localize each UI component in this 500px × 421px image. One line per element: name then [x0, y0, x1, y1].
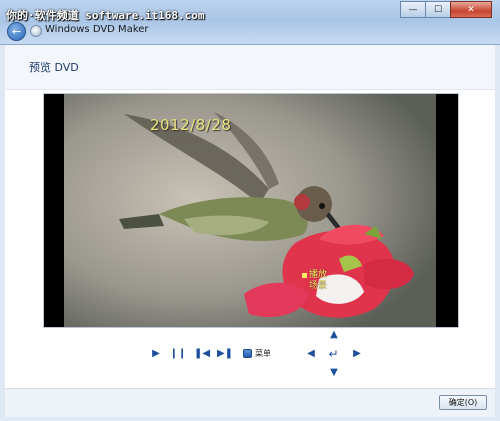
next-chapter-button[interactable]: ▶❚ [216, 348, 234, 359]
arrow-up-button[interactable]: ▲ [329, 330, 339, 340]
maximize-button[interactable]: ☐ [425, 1, 451, 18]
date-overlay: 2012/8/28 [150, 116, 232, 134]
dvd-menu-item-scenes[interactable]: 场景 [302, 281, 327, 292]
dvd-menu-button[interactable]: 菜单 [243, 348, 271, 359]
ok-button[interactable]: 确定(O) [439, 395, 487, 410]
arrow-right-icon: ▶ [353, 348, 361, 359]
arrow-down-button[interactable]: ▼ [329, 368, 339, 378]
arrow-right-button[interactable]: ▶ [352, 349, 362, 359]
back-arrow-icon: ← [11, 25, 22, 38]
window-controls: — ☐ ✕ [400, 1, 492, 18]
dvd-maker-window: 你的·软件频道 software.it168.com — ☐ ✕ ← Windo… [0, 0, 500, 421]
enter-button[interactable]: ↵ [327, 348, 340, 360]
minimize-button[interactable]: — [400, 1, 426, 18]
dvd-menu-icon [243, 349, 252, 358]
dvd-menu-label: 菜单 [255, 349, 271, 358]
dvd-menu-item-play[interactable]: 播放 [302, 270, 327, 281]
back-button[interactable]: ← [7, 22, 26, 41]
previous-chapter-icon: ❚◀ [193, 348, 211, 359]
dvd-maker-app-icon [30, 25, 42, 37]
main-content: 预览 DVD 2012/8/28 播放 场景 ▶ ❙❙ ❚◀ ▶❚ 菜单 ▲ ◀… [5, 45, 495, 388]
close-button[interactable]: ✕ [450, 1, 492, 18]
play-button[interactable]: ▶ [151, 349, 161, 359]
preview-image: 2012/8/28 播放 场景 [64, 94, 436, 327]
dvd-preview-screen: 2012/8/28 播放 场景 [43, 93, 459, 328]
previous-chapter-button[interactable]: ❚◀ [193, 348, 211, 359]
enter-icon: ↵ [328, 347, 339, 361]
play-icon: ▶ [152, 348, 160, 359]
watermark-text: 你的·软件频道 software.it168.com [6, 9, 205, 22]
pause-button[interactable]: ❙❙ [170, 349, 187, 359]
footer-bar: 确定(O) [5, 388, 495, 417]
window-title: Windows DVD Maker [45, 24, 149, 35]
arrow-left-icon: ◀ [307, 348, 315, 359]
title-bar: 你的·软件频道 software.it168.com — ☐ ✕ ← Windo… [0, 0, 500, 45]
arrow-down-icon: ▼ [330, 367, 338, 378]
pause-icon: ❙❙ [169, 348, 187, 359]
hummingbird-flower-image [64, 94, 436, 327]
dvd-menu-overlay: 播放 场景 [302, 270, 327, 292]
arrow-left-button[interactable]: ◀ [306, 349, 316, 359]
page-title: 预览 DVD [29, 61, 79, 74]
heading-band: 预览 DVD [5, 45, 495, 90]
next-chapter-icon: ▶❚ [216, 348, 234, 359]
arrow-up-icon: ▲ [330, 329, 338, 340]
selection-marker-icon [302, 273, 307, 278]
